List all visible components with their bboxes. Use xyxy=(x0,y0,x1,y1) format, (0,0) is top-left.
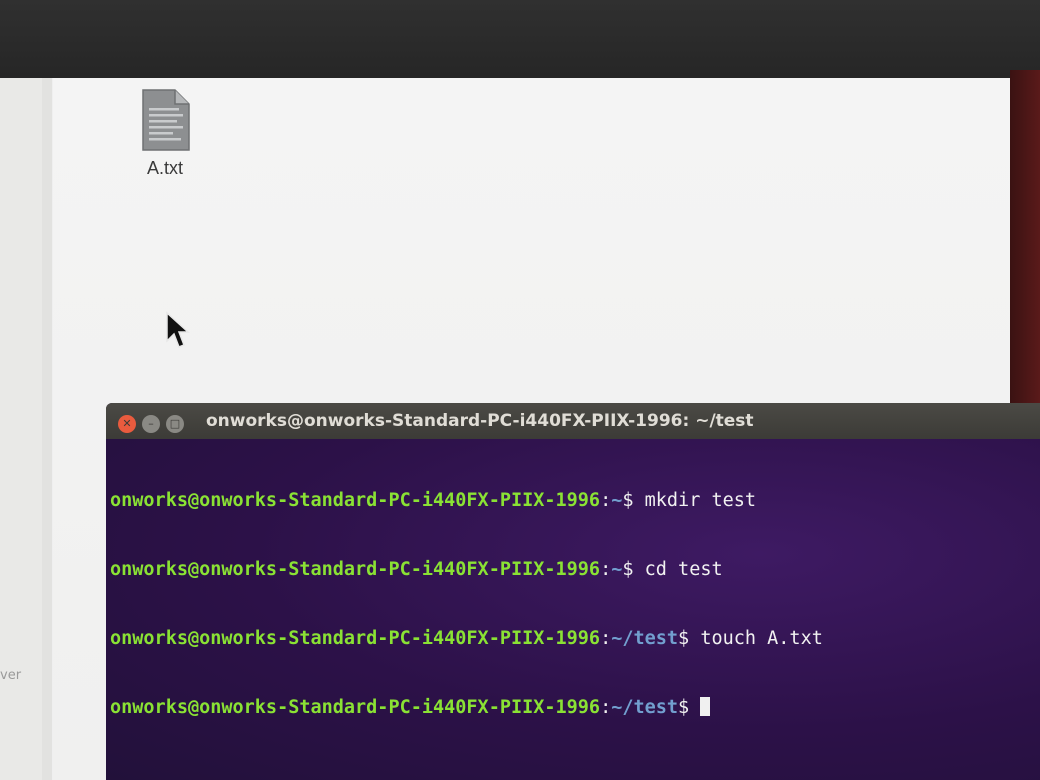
prompt-user: onworks@onworks-Standard-PC-i440FX-PIIX-… xyxy=(110,628,601,649)
sidebar-item-label[interactable]: ver xyxy=(0,668,21,683)
minimize-button[interactable]: – xyxy=(142,415,160,433)
terminal-titlebar[interactable]: ✕ – □ onworks@onworks-Standard-PC-i440FX… xyxy=(106,403,1040,439)
terminal-line: onworks@onworks-Standard-PC-i440FX-PIIX-… xyxy=(110,490,757,511)
terminal-line: onworks@onworks-Standard-PC-i440FX-PIIX-… xyxy=(110,559,723,580)
file-item[interactable]: A.txt xyxy=(135,88,195,179)
prompt-user: onworks@onworks-Standard-PC-i440FX-PIIX-… xyxy=(110,697,601,718)
text-cursor xyxy=(700,697,711,716)
prompt-user: onworks@onworks-Standard-PC-i440FX-PIIX-… xyxy=(110,490,601,511)
close-icon: ✕ xyxy=(122,417,132,430)
file-name-label: A.txt xyxy=(146,158,183,178)
prompt-path: ~ xyxy=(611,559,623,580)
terminal-title: onworks@onworks-Standard-PC-i440FX-PIIX-… xyxy=(206,411,754,431)
mouse-pointer-icon xyxy=(166,311,190,348)
command-text: touch A.txt xyxy=(700,628,823,649)
monitor-bezel xyxy=(0,0,1040,78)
terminal-window[interactable]: ✕ – □ onworks@onworks-Standard-PC-i440FX… xyxy=(106,403,1040,780)
terminal-output[interactable]: onworks@onworks-Standard-PC-i440FX-PIIX-… xyxy=(110,443,823,765)
text-file-icon xyxy=(142,89,190,151)
maximize-icon: □ xyxy=(169,417,181,430)
prompt-path: ~ xyxy=(611,490,623,511)
prompt-user: onworks@onworks-Standard-PC-i440FX-PIIX-… xyxy=(110,559,601,580)
desktop-edge xyxy=(1010,70,1040,410)
minimize-icon: – xyxy=(148,417,154,430)
file-manager-sidebar: ver xyxy=(0,78,52,780)
terminal-line: onworks@onworks-Standard-PC-i440FX-PIIX-… xyxy=(110,628,823,649)
screen-photo: ver A.txt ✕ – □ onworks@onworks-Standard… xyxy=(0,0,1040,780)
close-button[interactable]: ✕ xyxy=(118,415,136,433)
prompt-path: ~/test xyxy=(611,697,679,718)
prompt-path: ~/test xyxy=(611,628,679,649)
terminal-line: onworks@onworks-Standard-PC-i440FX-PIIX-… xyxy=(110,696,823,719)
command-text: cd test xyxy=(644,559,723,580)
maximize-button[interactable]: □ xyxy=(166,415,184,433)
command-text: mkdir test xyxy=(644,490,757,511)
